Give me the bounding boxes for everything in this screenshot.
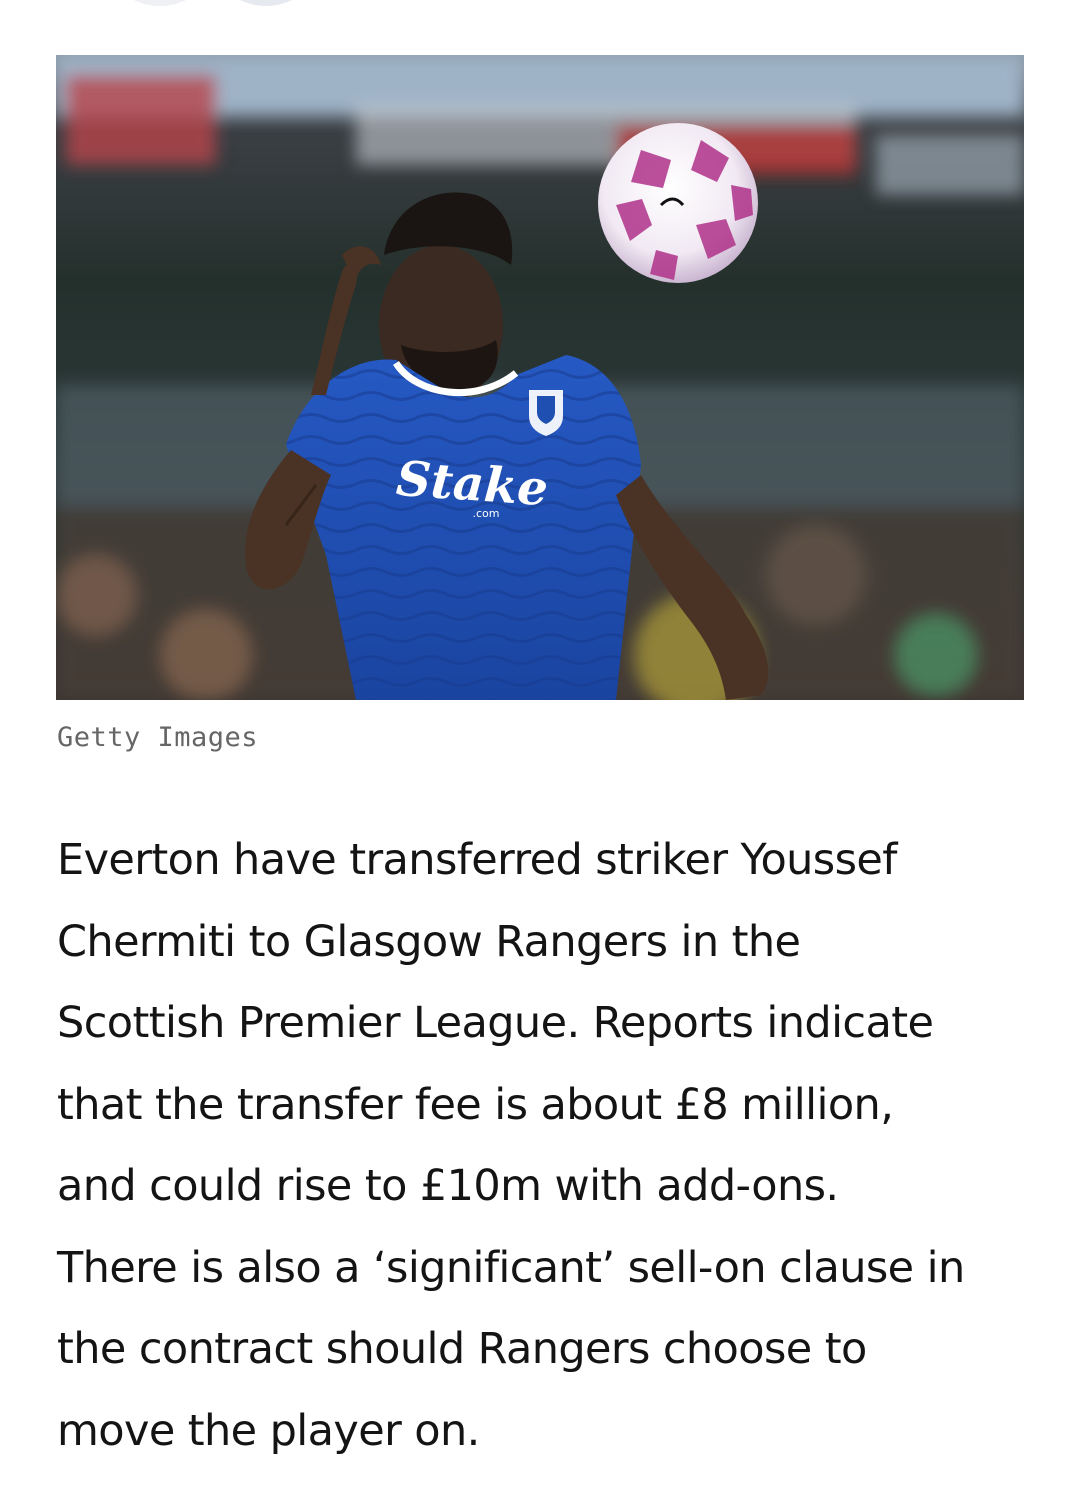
article-body-line: the contract should Rangers choose to [57,1324,867,1374]
avatar[interactable] [206,0,326,6]
article-body-line: and could rise to £10m with add-ons. [57,1161,839,1211]
article-body-line: There is also a ‘significant’ sell-on cl… [57,1242,965,1293]
avatar[interactable] [100,0,220,6]
article-body-line: move the player on. [57,1405,480,1456]
article-photo-illustration: Stake .com [56,55,1024,700]
football [598,123,758,283]
image-caption: Getty Images [57,722,259,753]
article-body-line: Scottish Premier League. Reports indicat… [57,998,934,1048]
article-body-line: Everton have transferred striker Youssef [57,835,897,885]
top-avatar-strip [56,0,356,6]
article-body: Everton have transferred striker Youssef… [57,820,1032,1472]
shirt-sponsor-sub: .com [473,507,500,520]
article-photo[interactable]: Stake .com [56,55,1024,700]
article-body-line: that the transfer fee is about £8 millio… [57,1079,894,1130]
article-body-line: Chermiti to Glasgow Rangers in the [57,916,801,967]
